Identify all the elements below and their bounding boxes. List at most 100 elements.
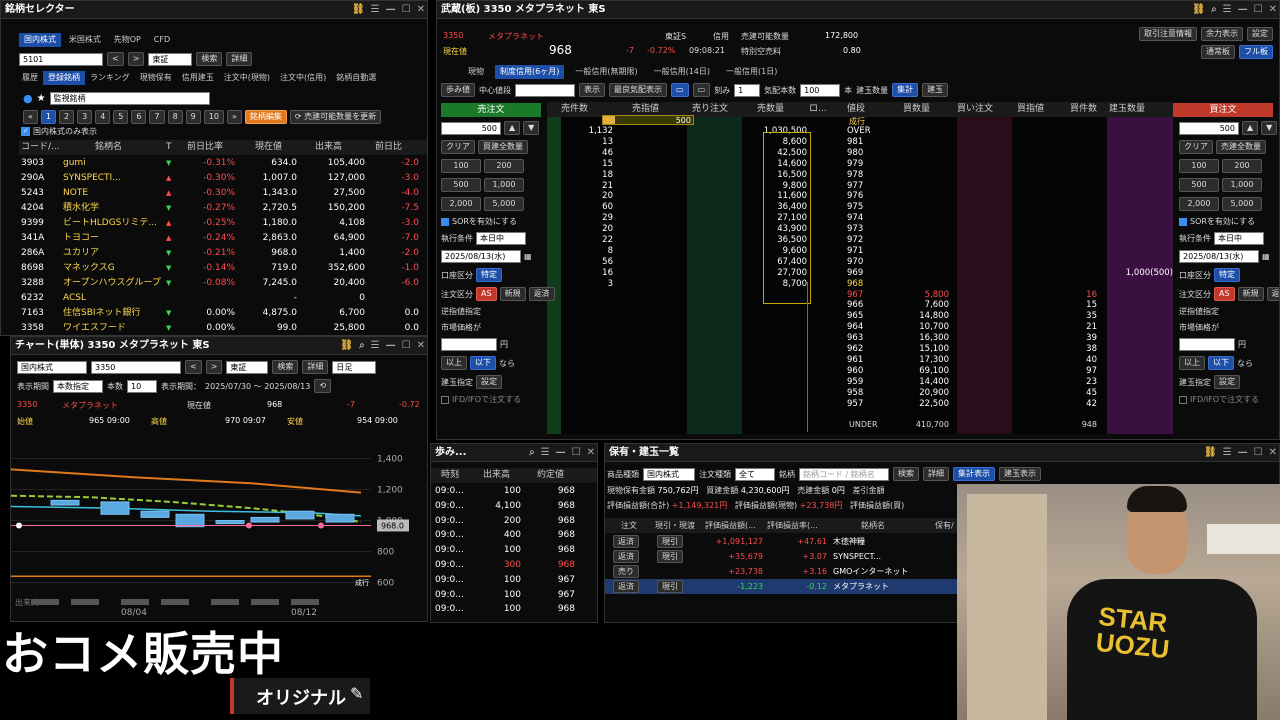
qty-preset-button[interactable]: 200 bbox=[484, 159, 524, 173]
col-price[interactable]: 値段 bbox=[847, 102, 887, 117]
stock-row[interactable]: 3358 ワイエスフード ▼ 0.00% 99.0 25,800 0.0 bbox=[19, 321, 427, 335]
col-holding[interactable]: 保有/ bbox=[935, 518, 954, 533]
page-1[interactable]: 1 bbox=[40, 110, 56, 124]
detail-button[interactable]: 詳細 bbox=[226, 52, 253, 66]
all-qty-button[interactable]: 売建全数量 bbox=[1216, 140, 1266, 154]
board-row[interactable]: 3 8,700 968 bbox=[547, 279, 1173, 290]
board-row[interactable]: 18 16,500 978 bbox=[547, 170, 1173, 181]
list-select[interactable]: 監視銘柄 bbox=[49, 92, 210, 105]
board-row[interactable]: 959 14,400 23 bbox=[547, 377, 1173, 388]
product-type-select[interactable]: 国内株式 bbox=[643, 467, 695, 481]
chart-code-input[interactable]: 3350 bbox=[91, 360, 181, 374]
page-7[interactable]: 7 bbox=[149, 110, 165, 124]
new-button[interactable]: 新規 bbox=[1237, 287, 1264, 301]
qty-preset-button[interactable]: 5,000 bbox=[1222, 197, 1262, 211]
account-select[interactable]: 特定 bbox=[1214, 268, 1240, 282]
nav-tab-order-spot[interactable]: 注文中(現物) bbox=[219, 71, 275, 85]
maximize-icon[interactable]: ☐ bbox=[402, 1, 411, 19]
stock-row[interactable]: 9399 ビートHLDGSリミテ... ▲ -0.25% 1,180.0 4,108 -3.… bbox=[19, 216, 427, 231]
board-row[interactable]: 1,132 1,030,500 OVER bbox=[547, 126, 1173, 137]
tab-futures[interactable]: 先物OP bbox=[109, 33, 146, 47]
order-type-select[interactable]: 全て bbox=[735, 467, 775, 481]
col-trend[interactable]: T bbox=[166, 140, 176, 155]
position-view-button[interactable]: 建玉表示 bbox=[999, 467, 1041, 481]
sor-checkbox[interactable] bbox=[1179, 217, 1187, 226]
qty-preset-button[interactable]: 100 bbox=[1179, 159, 1219, 173]
trade-tab-general-14d[interactable]: 一般信用(14日) bbox=[649, 65, 715, 79]
stock-row[interactable]: 286A ユカリア ▼ -0.21% 968.0 1,400 -2.0 bbox=[19, 246, 427, 261]
chart-prev-button[interactable]: < bbox=[185, 360, 202, 374]
center-price-input[interactable] bbox=[515, 83, 575, 97]
above-button[interactable]: 以上 bbox=[441, 356, 467, 370]
price-chart[interactable]: 1,4001,2001,000800600968.0成行出来高08/0408/1… bbox=[11, 433, 428, 622]
nav-tab-order-margin[interactable]: 注文中(信用) bbox=[275, 71, 331, 85]
clear-button[interactable]: クリア bbox=[1179, 140, 1213, 154]
stock-row[interactable]: 3903 gumi ▼ -0.31% 634.0 105,400 -2.0 bbox=[19, 156, 427, 171]
menu-icon[interactable]: ☰ bbox=[371, 337, 380, 355]
gear-icon[interactable]: ● bbox=[23, 92, 33, 105]
col-lot[interactable]: ロ... bbox=[809, 102, 839, 117]
new-button[interactable]: 新規 bbox=[499, 287, 526, 301]
page-3[interactable]: 3 bbox=[77, 110, 93, 124]
qty-preset-button[interactable]: 1,000 bbox=[1222, 178, 1262, 192]
close-position-button[interactable]: 返済 bbox=[1266, 287, 1279, 301]
board-row[interactable]: 60 36,400 975 bbox=[547, 202, 1173, 213]
holding-row[interactable]: 返済 現引 +35,679 +3.07 SYNSPECT... bbox=[605, 549, 957, 564]
count-input[interactable]: 10 bbox=[127, 379, 157, 393]
board-row[interactable]: 963 16,300 39 bbox=[547, 333, 1173, 344]
nav-tab-margin[interactable]: 信用建玉 bbox=[177, 71, 219, 85]
expiry-date-input[interactable]: 2025/08/13(水) bbox=[1179, 250, 1259, 263]
condition-select[interactable]: 本日中 bbox=[476, 232, 526, 245]
maximize-icon[interactable]: ☐ bbox=[572, 444, 581, 462]
qty-up-button[interactable]: ▲ bbox=[1242, 121, 1259, 135]
menu-icon[interactable]: ☰ bbox=[1223, 444, 1232, 462]
col-qty[interactable]: 出来高 bbox=[483, 468, 510, 483]
action-button[interactable]: 売り bbox=[613, 565, 639, 578]
col-buy-qty[interactable]: 買数量 bbox=[903, 102, 953, 117]
margin-display-button[interactable]: 余力表示 bbox=[1201, 27, 1243, 41]
nav-tab-ranking[interactable]: ランキング bbox=[85, 71, 135, 85]
layout-1-button[interactable]: ▭ bbox=[671, 83, 689, 97]
tab-us[interactable]: 米国株式 bbox=[64, 33, 106, 47]
ifd-checkbox[interactable] bbox=[441, 395, 449, 404]
board-row[interactable]: 962 15,100 38 bbox=[547, 344, 1173, 355]
settle-button[interactable]: 現引 bbox=[657, 535, 683, 548]
qty-preset-button[interactable]: 1,000 bbox=[484, 178, 524, 192]
qty-preset-button[interactable]: 5,000 bbox=[484, 197, 524, 211]
candle[interactable] bbox=[215, 520, 245, 525]
board-row[interactable]: 957 22,500 42 bbox=[547, 399, 1173, 410]
position-setting-button[interactable]: 設定 bbox=[1214, 375, 1240, 389]
calendar-icon[interactable]: ▦ bbox=[524, 252, 532, 261]
above-button[interactable]: 以上 bbox=[1179, 356, 1205, 370]
menu-icon[interactable]: ☰ bbox=[371, 1, 380, 19]
page-5[interactable]: 5 bbox=[113, 110, 129, 124]
board-row[interactable]: 20 43,900 973 bbox=[547, 224, 1173, 235]
settings-button[interactable]: 設定 bbox=[1247, 27, 1273, 41]
page-last-button[interactable]: » bbox=[226, 110, 242, 124]
best-quote-button[interactable]: 最良気配表示 bbox=[609, 83, 667, 97]
qty-up-button[interactable]: ▲ bbox=[504, 121, 521, 135]
qty-preset-button[interactable]: 200 bbox=[1222, 159, 1262, 173]
period-select[interactable]: 日足 bbox=[332, 360, 377, 374]
candle[interactable] bbox=[285, 510, 315, 520]
full-board-button[interactable]: フル板 bbox=[1239, 45, 1273, 59]
stock-row[interactable]: 6232 ACSL -0 bbox=[19, 291, 427, 306]
close-position-button[interactable]: 返済 bbox=[528, 287, 555, 301]
buy-order-button[interactable]: 買注文 bbox=[1173, 103, 1273, 117]
settle-button[interactable]: 現引 bbox=[657, 580, 683, 593]
close-icon[interactable]: ✕ bbox=[417, 1, 425, 19]
nav-tab-auto[interactable]: 銘柄自動選 bbox=[331, 71, 381, 85]
caution-info-button[interactable]: 取引注意情報 bbox=[1139, 27, 1197, 41]
account-select[interactable]: 特定 bbox=[476, 268, 502, 282]
code-input[interactable]: 5101 bbox=[19, 52, 103, 66]
board-row[interactable]: 966 7,600 15 bbox=[547, 300, 1173, 311]
search-icon[interactable]: ⌕ bbox=[529, 444, 535, 462]
edit-list-button[interactable]: 銘柄編集 bbox=[244, 110, 287, 124]
clear-button[interactable]: クリア bbox=[441, 140, 475, 154]
link-icon[interactable]: ⛓ bbox=[1204, 444, 1217, 462]
total-button[interactable]: 集計 bbox=[892, 83, 919, 97]
col-name[interactable]: 銘柄名 bbox=[95, 140, 175, 155]
col-pos-qty[interactable]: 建玉数量 bbox=[1109, 102, 1173, 117]
search-button[interactable]: 検索 bbox=[196, 52, 223, 66]
board-row[interactable]: 16 27,700 969 1,000(500) bbox=[547, 268, 1173, 279]
